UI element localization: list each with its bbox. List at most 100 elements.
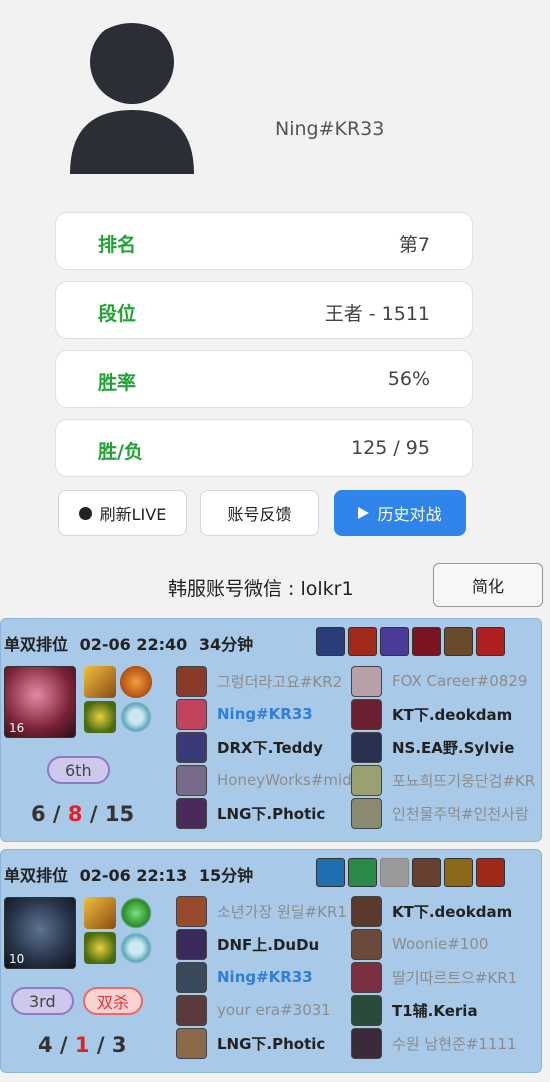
champion-icon [176,797,207,829]
champion-icon [176,895,207,927]
player-row[interactable]: KT下.deokdam [351,895,512,927]
champion-icon [351,895,382,927]
player-row[interactable]: 포뇨희뜨기웅단검#KR [351,764,535,796]
item-icon [444,858,473,887]
flash-spell-icon [84,897,116,929]
match-card[interactable]: 单双排位 02-06 22:40 34分钟 16 6th 6 / 8 / 15 … [0,618,542,842]
match-header: 单双排位 02-06 22:40 34分钟 [4,631,253,655]
stat-label: 排名 [98,234,137,256]
champion-icon [176,698,207,730]
ghost-spell-icon [120,897,152,929]
account-feedback-label: 账号反馈 [227,505,292,524]
match-mode: 单双排位 [4,866,69,885]
match-card[interactable]: 单双排位 02-06 22:13 15分钟 10 3rd 双杀 4 / 1 / … [0,849,542,1073]
player-row[interactable]: FOX Career#0829 [351,665,527,697]
item-icon [348,858,377,887]
champion-icon [176,961,207,993]
champion-icon [176,764,207,796]
player-name: DNF上.DuDu [217,935,320,954]
champion-icon [351,1027,382,1059]
stat-value: 125 / 95 [351,437,430,459]
refresh-live-button[interactable]: 刷新LIVE [58,490,187,536]
flash-spell-icon [84,666,116,698]
stat-value: 王者 - 1511 [324,303,430,325]
player-row[interactable]: 소년가장 원딜#KR1 [176,895,347,927]
stat-value: 56% [387,368,430,390]
champion-portrait: 16 [4,666,76,738]
champion-icon [351,994,382,1026]
player-row[interactable]: 그렁더라고요#KR2 [176,665,342,697]
item-build [316,627,505,656]
match-time: 02-06 22:40 [79,635,188,654]
player-name: 소년가장 원딜#KR1 [217,902,347,921]
player-name: DRX下.Teddy [217,738,323,757]
player-name: 수원 남현준#1111 [392,1034,517,1053]
record-dot-icon [78,506,92,520]
kills: 4 [38,1033,53,1057]
item-icon [412,858,441,887]
player-row[interactable]: 수원 남현준#1111 [351,1027,517,1059]
player-name: FOX Career#0829 [392,672,528,690]
item-build [316,858,505,887]
refresh-live-label: 刷新LIVE [99,505,167,524]
champion-icon [176,994,207,1026]
player-row[interactable]: Ning#KR33 [176,698,313,730]
champion-portrait: 10 [4,897,76,969]
player-row[interactable]: LNG下.Photic [176,797,325,829]
match-time: 02-06 22:13 [79,866,188,885]
champion-icon [351,797,382,829]
simplify-button[interactable]: 简化 [433,563,543,607]
match-duration: 15分钟 [198,866,254,885]
champion-level: 16 [9,721,25,735]
default-avatar-icon [70,17,194,174]
play-icon [358,507,370,519]
champion-icon [351,928,382,960]
inspiration-rune-icon [120,701,152,733]
stat-label: 胜/负 [98,441,143,463]
kills: 6 [31,802,46,826]
kda-score: 6 / 8 / 15 [31,802,135,826]
profile-header: Ning#KR33 [0,0,550,200]
champion-icon [351,961,382,993]
player-row[interactable]: 딸기따르트으#KR1 [351,961,517,993]
player-row[interactable]: your era#3031 [176,994,331,1026]
item-icon [380,627,409,656]
account-feedback-button[interactable]: 账号反馈 [200,490,319,536]
champion-icon [176,665,207,697]
multikill-badge: 双杀 [83,987,144,1015]
player-row[interactable]: Woonie#100 [351,928,488,960]
player-row[interactable]: KT下.deokdam [351,698,512,730]
item-icon [476,858,505,887]
item-icon [412,627,441,656]
match-duration: 34分钟 [198,635,254,654]
match-mode: 单双排位 [4,635,69,654]
player-row[interactable]: Ning#KR33 [176,961,313,993]
player-name: 인천물주먹#인천사람 [392,804,529,823]
champion-icon [176,731,207,763]
player-name: Woonie#100 [392,935,489,953]
wechat-contact: 韩服账号微信 : lolkr1 [168,578,354,600]
match-history-button[interactable]: 历史对战 [334,490,466,536]
stat-card-winloss: 胜/负 125 / 95 [55,419,473,477]
deaths: 1 [74,1033,90,1057]
kda-score: 4 / 1 / 3 [38,1033,127,1057]
player-name: KT下.deokdam [392,902,513,921]
champion-icon [351,764,382,796]
player-row[interactable]: T1辅.Keria [351,994,478,1026]
assists: 15 [104,802,135,826]
player-row[interactable]: DRX下.Teddy [176,731,323,763]
player-row[interactable]: DNF上.DuDu [176,928,319,960]
champion-icon [351,665,382,697]
player-row[interactable]: NS.EA野.Sylvie [351,731,514,763]
champion-level: 10 [9,952,25,966]
item-icon [316,858,345,887]
item-icon [476,627,505,656]
player-row[interactable]: 인천물주먹#인천사람 [351,797,529,829]
item-icon [444,627,473,656]
player-name: KT下.deokdam [392,705,513,724]
champion-icon [351,698,382,730]
stat-label: 段位 [98,303,137,325]
player-row[interactable]: LNG下.Photic [176,1027,325,1059]
champion-icon [176,928,207,960]
player-row[interactable]: HoneyWorks#mid [176,764,352,796]
